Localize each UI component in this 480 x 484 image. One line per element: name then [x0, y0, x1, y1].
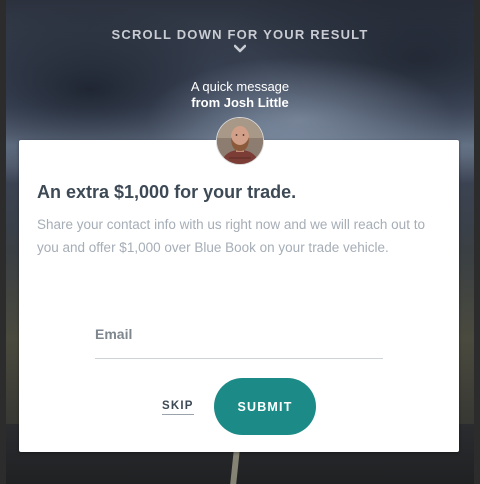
page-viewport: SCROLL DOWN FOR YOUR RESULT A quick mess…: [0, 0, 480, 484]
submit-button[interactable]: SUBMIT: [214, 378, 316, 435]
chevron-down-icon[interactable]: [234, 44, 246, 54]
skip-link[interactable]: SKIP: [162, 400, 194, 415]
scroll-down-hint[interactable]: SCROLL DOWN FOR YOUR RESULT: [0, 27, 480, 42]
person-portrait-icon: [217, 118, 263, 164]
message-line1: A quick message: [190, 79, 290, 94]
message-intro: A quick message from Josh Little: [0, 79, 480, 111]
email-input[interactable]: [95, 322, 383, 346]
offer-description: Share your contact info with us right no…: [37, 217, 425, 255]
message-sender: from Josh Little: [191, 95, 289, 110]
frame-edge-left: [0, 0, 6, 484]
frame-edge-right: [474, 0, 480, 484]
offer-headline: An extra $1,000 for your trade.: [37, 182, 297, 202]
email-field-wrapper: [95, 322, 383, 359]
avatar: [216, 117, 264, 165]
